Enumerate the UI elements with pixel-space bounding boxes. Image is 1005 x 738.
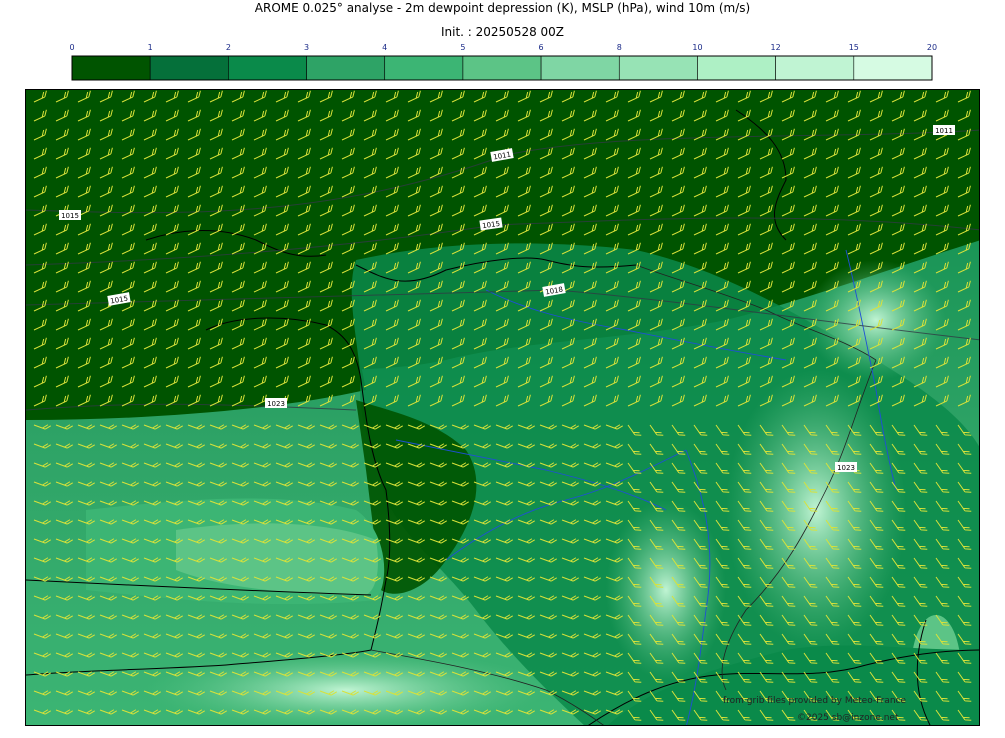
isobar-label: 1011	[935, 127, 953, 135]
colorbar-tick-label: 12	[771, 43, 781, 52]
colorbar-cell	[71, 55, 151, 81]
colorbar-tick-label: 2	[226, 43, 231, 52]
data-source-credit: from grib files provided by Meteo-France	[723, 696, 907, 706]
colorbar-tick-label: 5	[460, 43, 465, 52]
colorbar-cell	[540, 55, 620, 81]
colorbar: 0 1 2 3 4 5 6 8 10 12 15 20	[69, 43, 937, 81]
colorbar-tick-label: 15	[849, 43, 859, 52]
isobar-label: 1023	[267, 400, 285, 408]
colorbar-cell	[462, 55, 542, 81]
colorbar-tick-label: 0	[69, 43, 74, 52]
colorbar-cell	[775, 55, 855, 81]
colorbar-tick-label: 1	[148, 43, 153, 52]
colorbar-tick-label: 3	[304, 43, 309, 52]
rhone-pale	[606, 500, 726, 680]
colorbar-cell	[618, 55, 698, 81]
colorbar-cell	[853, 55, 933, 81]
colorbar-cell	[306, 55, 386, 81]
colorbar-cell	[149, 55, 229, 81]
colorbar-tick-label: 20	[927, 43, 937, 52]
isobar-label: 1023	[837, 464, 855, 472]
colorbar-tick-label: 6	[539, 43, 544, 52]
weather-map: 1011 1011 1015 1015 1015 1018 1023 1023	[25, 89, 980, 726]
author-credit: ©2025 sb@inzone.net	[797, 713, 899, 723]
colorbar-tick-label: 4	[382, 43, 387, 52]
colorbar-tick-label: 8	[617, 43, 622, 52]
colorbar-cell	[384, 55, 464, 81]
colorbar-cell	[697, 55, 776, 81]
map-canvas: 1011 1011 1015 1015 1015 1018 1023 1023	[26, 90, 979, 725]
colorbar-cell	[228, 55, 307, 81]
colorbar-tick-label: 10	[692, 43, 702, 52]
isobar-label: 1015	[61, 212, 79, 220]
